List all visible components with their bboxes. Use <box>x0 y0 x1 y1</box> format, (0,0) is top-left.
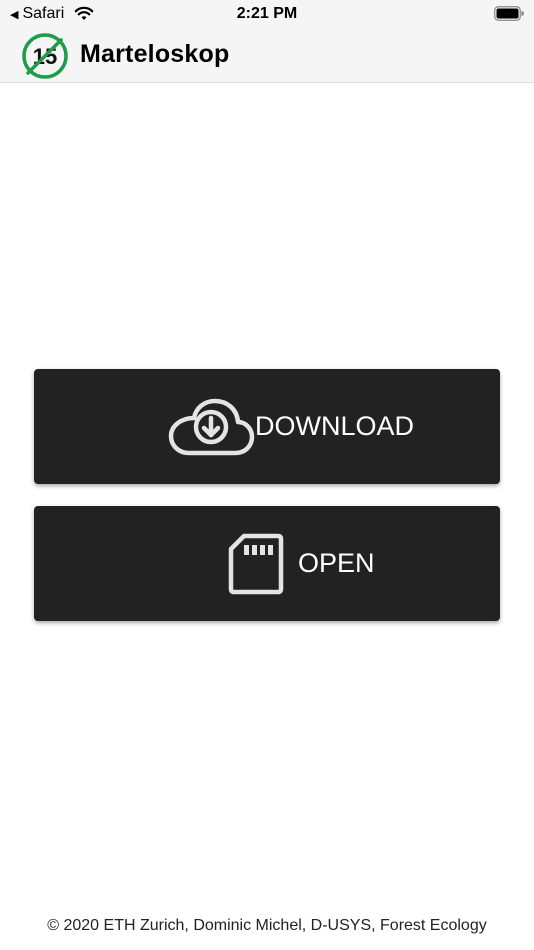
app-header: 15 Marteloskop <box>0 28 534 83</box>
app-title: Marteloskop <box>80 40 230 68</box>
footer-copyright: © 2020 ETH Zurich, Dominic Michel, D-USY… <box>47 917 487 934</box>
download-button[interactable]: DOWNLOAD <box>34 369 500 484</box>
sd-card-icon <box>228 533 284 595</box>
battery-icon <box>494 6 524 21</box>
marteloskop-logo: 15 <box>22 33 68 79</box>
download-label: DOWNLOAD <box>255 411 415 441</box>
status-time: 2:21 PM <box>236 5 298 22</box>
status-bar: ◀ Safari 2:21 PM <box>0 0 534 28</box>
open-button[interactable]: OPEN <box>34 506 500 621</box>
open-label: OPEN <box>298 548 375 578</box>
cloud-download-icon <box>168 398 255 456</box>
